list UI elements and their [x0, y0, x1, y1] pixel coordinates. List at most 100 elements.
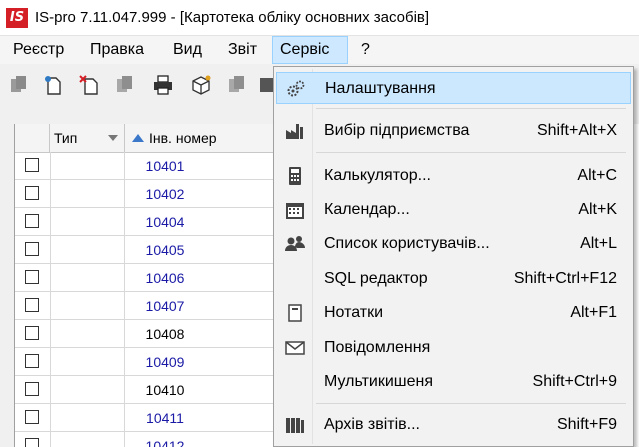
table-row[interactable]: 10404 [15, 208, 277, 236]
menu-item-label: SQL редактор [324, 270, 428, 287]
archive-icon [286, 418, 304, 433]
table-row[interactable]: 10406 [15, 264, 277, 292]
menu-item-users-list[interactable]: Список користувачів... Alt+L [276, 228, 631, 260]
menu-help[interactable]: ? [354, 36, 377, 64]
inv-number-cell: 10404 [145, 214, 185, 230]
menu-service[interactable]: Сервіс [272, 36, 348, 64]
calculator-icon [289, 167, 301, 185]
table-row[interactable]: 10405 [15, 236, 277, 264]
inv-number-cell: 10410 [145, 382, 185, 398]
header-inv-number[interactable]: Інв. номер [125, 124, 277, 152]
inv-number-cell: 10401 [145, 158, 185, 174]
menu-view[interactable]: Вид [166, 36, 209, 64]
table-row[interactable]: 10408 [15, 320, 277, 348]
menu-item-calculator[interactable]: Калькулятор... Alt+C [276, 160, 631, 192]
filter-dropdown-icon[interactable] [108, 135, 118, 142]
toolbar-disabled-icon-2[interactable] [226, 74, 248, 96]
window-title: IS-pro 7.11.047.999 - [Картотека обліку … [35, 9, 430, 26]
menu-item-sql-editor[interactable]: SQL редактор Shift+Ctrl+F12 [276, 263, 631, 295]
header-inv-label: Інв. номер [149, 130, 217, 146]
menu-edit[interactable]: Правка [83, 36, 151, 64]
menu-item-label: Календар... [324, 201, 410, 218]
inv-number-cell: 10411 [146, 410, 184, 426]
row-checkbox[interactable] [25, 158, 39, 172]
table-row[interactable]: 10411 [15, 404, 277, 432]
menu-item-shortcut: Alt+L [580, 235, 617, 252]
type-cell [50, 208, 125, 236]
package-icon[interactable] [190, 74, 212, 96]
type-cell [50, 236, 125, 264]
menu-separator [316, 152, 626, 153]
calendar-icon [286, 203, 304, 219]
type-cell [50, 404, 125, 432]
menu-item-label: Калькулятор... [324, 167, 431, 184]
table-row[interactable]: 10402 [15, 180, 277, 208]
type-cell [50, 152, 125, 180]
note-icon [288, 304, 302, 322]
menu-item-shortcut: Alt+C [577, 167, 617, 184]
row-checkbox[interactable] [25, 326, 39, 340]
row-checkbox[interactable] [25, 382, 39, 396]
type-cell [50, 348, 125, 376]
type-cell [50, 376, 125, 404]
grid-header: Тип Інв. номер [15, 124, 277, 153]
menu-item-reports-archive[interactable]: Архів звітів... Shift+F9 [276, 409, 631, 441]
inv-number-cell: 10406 [145, 270, 185, 286]
menu-item-label: Вибір підприємства [324, 122, 470, 139]
envelope-icon [285, 341, 305, 355]
menu-item-label: Мультикишеня [324, 373, 434, 390]
sort-ascending-icon [132, 134, 144, 142]
row-checkbox[interactable] [25, 410, 39, 424]
type-cell [50, 292, 125, 320]
row-checkbox[interactable] [25, 186, 39, 200]
inv-number-cell: 10412 [145, 438, 185, 447]
row-checkbox[interactable] [25, 242, 39, 256]
toolbar-copy-icon[interactable] [8, 74, 30, 96]
menu-item-settings[interactable]: Налаштування [276, 72, 631, 104]
inv-number-cell: 10402 [145, 186, 185, 202]
printer-icon[interactable] [152, 74, 174, 96]
menu-item-notes[interactable]: Нотатки Alt+F1 [276, 297, 631, 329]
menu-item-shortcut: Alt+K [578, 201, 617, 218]
inv-number-cell: 10409 [145, 354, 185, 370]
toolbar-new-doc-icon[interactable] [42, 74, 64, 96]
row-checkbox[interactable] [25, 270, 39, 284]
menu-item-calendar[interactable]: Календар... Alt+K [276, 194, 631, 226]
service-menu-dropdown: Налаштування Вибір підприємства Shift+Al… [273, 66, 634, 447]
gears-icon [287, 80, 305, 97]
menu-item-messages[interactable]: Повідомлення [276, 332, 631, 364]
menu-item-label: Налаштування [325, 80, 436, 97]
table-row[interactable]: 10407 [15, 292, 277, 320]
assets-grid: Тип Інв. номер 10401 10402 10404 10405 10406… [14, 124, 277, 447]
menu-registry[interactable]: Реєстр [6, 36, 71, 64]
toolbar-disabled-icon[interactable] [114, 74, 136, 96]
menu-bar: Реєстр Правка Вид Звіт Сервіс ? [0, 36, 639, 64]
row-checkbox[interactable] [25, 298, 39, 312]
row-checkbox[interactable] [25, 438, 39, 447]
row-checkbox[interactable] [25, 214, 39, 228]
menu-item-label: Архів звітів... [324, 416, 420, 433]
header-type[interactable]: Тип [50, 124, 125, 152]
row-checkbox[interactable] [25, 354, 39, 368]
type-cell [50, 180, 125, 208]
table-row[interactable]: 10412 [15, 432, 277, 447]
menu-item-shortcut: Alt+F1 [570, 304, 617, 321]
inv-number-cell: 10405 [145, 242, 185, 258]
menu-item-select-company[interactable]: Вибір підприємства Shift+Alt+X [276, 115, 631, 147]
menu-item-shortcut: Shift+Alt+X [536, 122, 617, 139]
menu-item-shortcut: Shift+Ctrl+9 [532, 373, 617, 390]
menu-separator [316, 108, 626, 109]
table-row[interactable]: 10410 [15, 376, 277, 404]
menu-item-shortcut: Shift+F9 [556, 416, 617, 433]
factory-icon [286, 124, 303, 139]
menu-item-label: Повідомлення [324, 339, 431, 356]
table-row[interactable]: 10409 [15, 348, 277, 376]
header-checkbox-col[interactable] [15, 124, 50, 152]
menu-item-multipocket[interactable]: Мультикишеня Shift+Ctrl+9 [276, 366, 631, 398]
table-row[interactable]: 10401 [15, 152, 277, 180]
users-icon [285, 236, 305, 251]
menu-report[interactable]: Звіт [221, 36, 264, 64]
menu-item-shortcut: Shift+Ctrl+F12 [513, 270, 617, 287]
type-cell [50, 432, 125, 447]
toolbar-delete-doc-icon[interactable] [78, 74, 100, 96]
